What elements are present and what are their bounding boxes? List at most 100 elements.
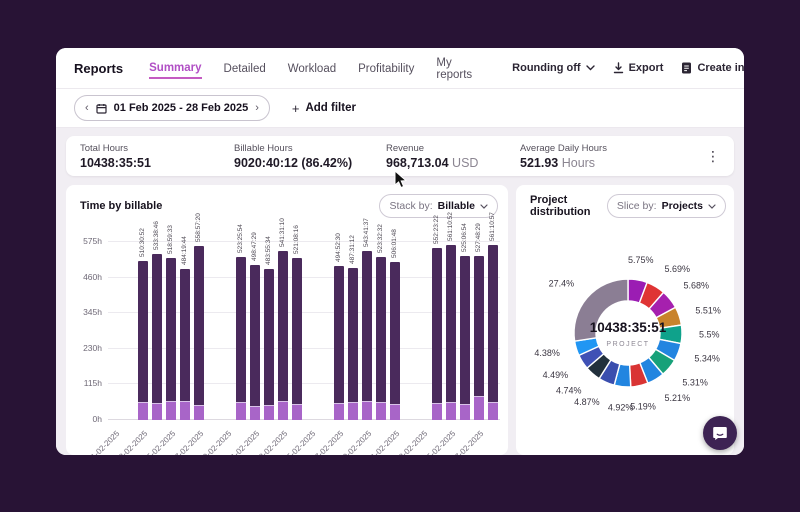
bar-nonbillable-segment[interactable] bbox=[460, 404, 470, 420]
tab-profitability[interactable]: Profitability bbox=[358, 59, 414, 78]
bar-billable-segment[interactable] bbox=[250, 265, 260, 406]
tab-my-reports[interactable]: My reports bbox=[436, 53, 472, 84]
bar-nonbillable-segment[interactable] bbox=[236, 402, 246, 420]
donut-slice-label: 5.19% bbox=[630, 401, 656, 411]
date-range-label: 01 Feb 2025 - 28 Feb 2025 bbox=[114, 102, 249, 114]
donut-slice-label: 5.51% bbox=[695, 306, 721, 316]
bar-value-label: 525:06:54 bbox=[461, 206, 469, 252]
bar-nonbillable-segment[interactable] bbox=[362, 401, 372, 420]
bar-nonbillable-segment[interactable] bbox=[194, 405, 204, 420]
bar-nonbillable-segment[interactable] bbox=[376, 402, 386, 420]
tab-workload[interactable]: Workload bbox=[288, 59, 336, 78]
create-invoice-label: Create invoice bbox=[697, 62, 744, 74]
page-title: Reports bbox=[74, 61, 123, 76]
bar-value-label: 487:31:12 bbox=[349, 218, 357, 264]
bar-nonbillable-segment[interactable] bbox=[488, 402, 498, 420]
bar-value-label: 523:25:54 bbox=[237, 207, 245, 253]
donut-center-label: PROJECT bbox=[606, 341, 649, 348]
bar-value-label: 498:47:29 bbox=[251, 215, 259, 261]
download-icon bbox=[613, 62, 624, 74]
bar-nonbillable-segment[interactable] bbox=[292, 404, 302, 420]
bar-billable-segment[interactable] bbox=[474, 256, 484, 396]
chat-widget-button[interactable] bbox=[703, 416, 737, 450]
bar-nonbillable-segment[interactable] bbox=[390, 404, 400, 420]
stats-more-menu[interactable]: ⋮ bbox=[706, 149, 720, 163]
bar-nonbillable-segment[interactable] bbox=[152, 403, 162, 420]
bar-billable-segment[interactable] bbox=[152, 254, 162, 403]
stat-average-daily-hours: Average Daily Hours 521.93 Hours bbox=[520, 143, 607, 170]
bar-billable-segment[interactable] bbox=[460, 256, 470, 404]
date-range-picker[interactable]: ‹ 01 Feb 2025 - 28 Feb 2025 › bbox=[74, 95, 270, 121]
donut-slice-label: 5.31% bbox=[682, 378, 708, 388]
bar-billable-segment[interactable] bbox=[348, 268, 358, 402]
donut-slice-label: 4.38% bbox=[534, 348, 560, 358]
bar-billable-segment[interactable] bbox=[180, 269, 190, 401]
bar-nonbillable-segment[interactable] bbox=[432, 403, 442, 420]
bar-nonbillable-segment[interactable] bbox=[446, 402, 456, 420]
stat-value: 521.93 Hours bbox=[520, 156, 607, 170]
bar-billable-segment[interactable] bbox=[488, 245, 498, 402]
bar-billable-segment[interactable] bbox=[292, 258, 302, 404]
stat-label: Average Daily Hours bbox=[520, 143, 607, 154]
bar-billable-segment[interactable] bbox=[264, 269, 274, 405]
donut-slice-label: 5.5% bbox=[699, 330, 720, 340]
bar-nonbillable-segment[interactable] bbox=[138, 402, 148, 420]
export-button[interactable]: Export bbox=[613, 62, 664, 74]
bar-nonbillable-segment[interactable] bbox=[264, 405, 274, 420]
donut-slice-label: 4.74% bbox=[556, 386, 582, 396]
tab-detailed[interactable]: Detailed bbox=[224, 59, 266, 78]
bar-billable-segment[interactable] bbox=[138, 261, 148, 402]
bar-value-label: 483:55:34 bbox=[265, 219, 273, 265]
bar-billable-segment[interactable] bbox=[236, 257, 246, 402]
y-axis-tick: 230h bbox=[66, 343, 102, 353]
bar-nonbillable-segment[interactable] bbox=[348, 402, 358, 420]
project-distribution-card: Project distribution Slice by: Projects … bbox=[516, 185, 734, 455]
donut-chart: 5.75%5.69%5.68%5.51%5.5%5.34%5.31%5.21%5… bbox=[516, 185, 734, 455]
donut-slice-label: 27.4% bbox=[549, 279, 575, 289]
bar-nonbillable-segment[interactable] bbox=[334, 403, 344, 420]
prev-period-icon[interactable]: ‹ bbox=[85, 103, 89, 114]
bar-billable-segment[interactable] bbox=[194, 246, 204, 405]
bar-value-label: 543:41:37 bbox=[363, 201, 371, 247]
donut-slice-label: 5.69% bbox=[665, 264, 691, 274]
time-by-billable-card: Time by billable Stack by: Billable 0h11… bbox=[66, 185, 508, 455]
bar-billable-segment[interactable] bbox=[362, 251, 372, 401]
bar-value-label: 518:59:33 bbox=[167, 208, 175, 254]
bar-billable-segment[interactable] bbox=[390, 262, 400, 403]
stat-label: Billable Hours bbox=[234, 143, 386, 154]
y-axis-tick: 575h bbox=[66, 236, 102, 246]
stat-value: 9020:40:12 (86.42%) bbox=[234, 156, 386, 170]
bar-value-label: 533:38:46 bbox=[153, 204, 161, 250]
next-period-icon[interactable]: › bbox=[255, 103, 259, 114]
tab-summary[interactable]: Summary bbox=[149, 58, 201, 79]
bar-billable-segment[interactable] bbox=[334, 266, 344, 403]
bar-billable-segment[interactable] bbox=[376, 257, 386, 402]
rounding-dropdown[interactable]: Rounding off bbox=[512, 62, 594, 74]
bar-billable-segment[interactable] bbox=[432, 248, 442, 403]
summary-stats-card: Total Hours 10438:35:51 Billable Hours 9… bbox=[66, 136, 734, 176]
bar-nonbillable-segment[interactable] bbox=[474, 396, 484, 420]
create-invoice-button[interactable]: Create invoice bbox=[681, 62, 744, 74]
bar-nonbillable-segment[interactable] bbox=[278, 401, 288, 420]
bar-nonbillable-segment[interactable] bbox=[166, 401, 176, 420]
chevron-down-icon bbox=[586, 65, 595, 71]
add-filter-button[interactable]: + Add filter bbox=[292, 101, 356, 116]
app-window: Reports Summary Detailed Workload Profit… bbox=[0, 0, 800, 512]
bar-value-label: 506:01:48 bbox=[391, 212, 399, 258]
bar-billable-segment[interactable] bbox=[446, 245, 456, 402]
bar-value-label: 484:19:44 bbox=[181, 219, 189, 265]
bar-value-label: 494:52:30 bbox=[335, 216, 343, 262]
report-tabs-bar: Reports Summary Detailed Workload Profit… bbox=[56, 48, 744, 89]
export-label: Export bbox=[629, 62, 664, 74]
bar-value-label: 541:31:10 bbox=[279, 201, 287, 247]
y-axis-tick: 115h bbox=[66, 378, 102, 388]
bar-billable-segment[interactable] bbox=[278, 251, 288, 401]
bar-nonbillable-segment[interactable] bbox=[180, 401, 190, 420]
stat-billable-hours: Billable Hours 9020:40:12 (86.42%) bbox=[234, 143, 386, 170]
bar-nonbillable-segment[interactable] bbox=[250, 406, 260, 420]
bar-value-label: 558:57:20 bbox=[195, 196, 203, 242]
donut-slice-label: 5.21% bbox=[665, 393, 691, 403]
x-axis-tick: 01-02-2025 bbox=[73, 429, 122, 455]
donut-slice-label: 4.87% bbox=[574, 397, 600, 407]
bar-billable-segment[interactable] bbox=[166, 258, 176, 401]
